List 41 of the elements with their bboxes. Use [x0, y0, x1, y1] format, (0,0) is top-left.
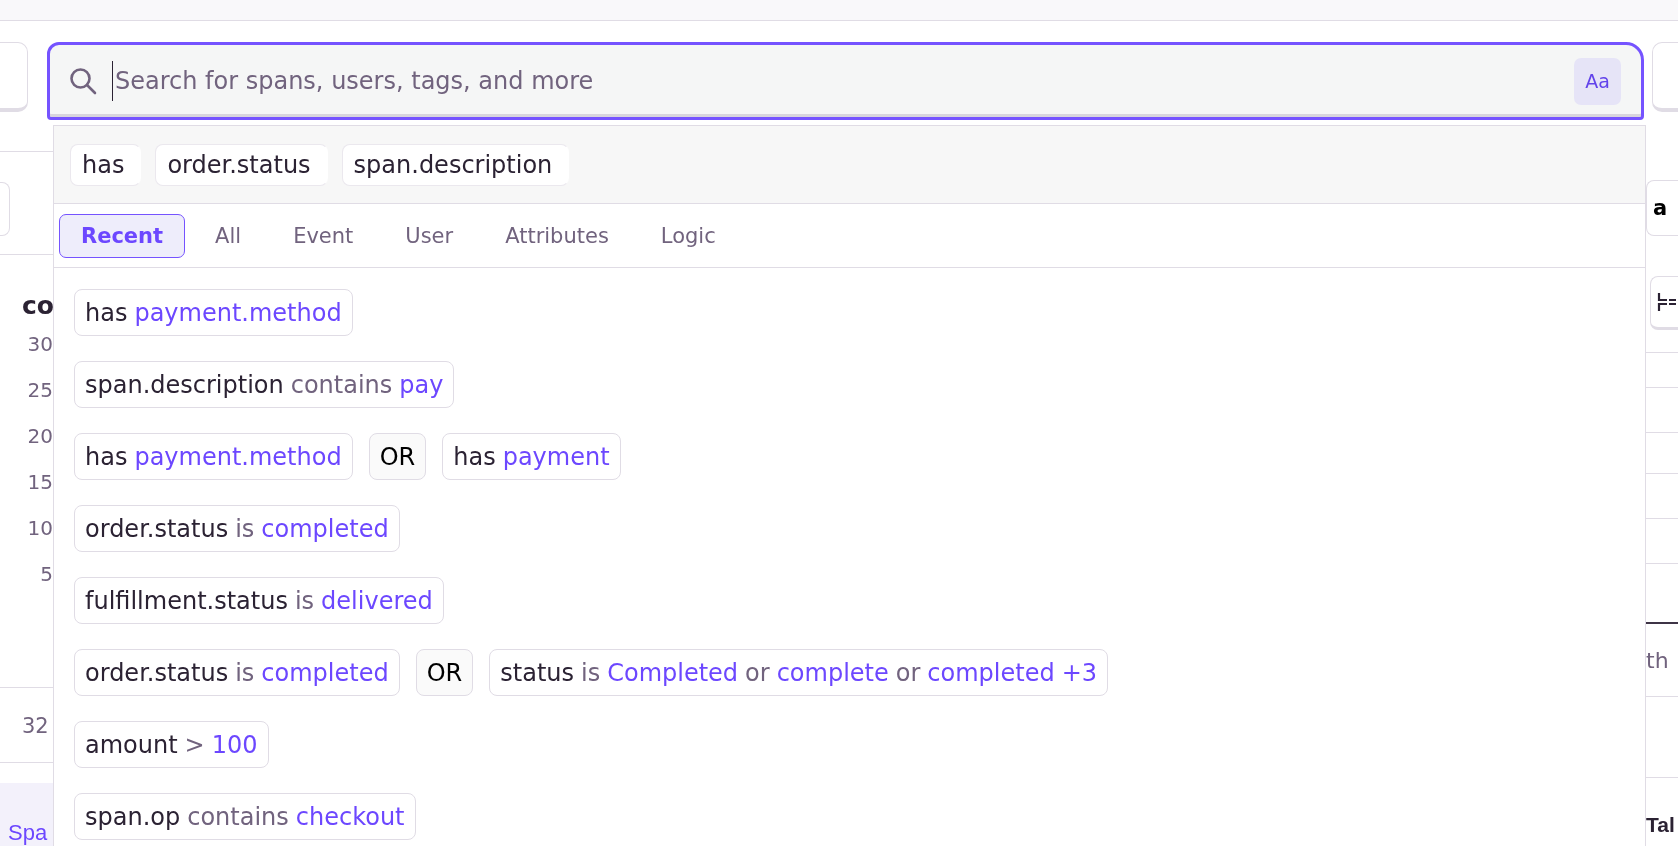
tab[interactable]: Logic	[638, 213, 738, 258]
filter-chip[interactable]: span.description contains pay	[74, 361, 455, 408]
case-toggle[interactable]: Aa	[1574, 57, 1621, 105]
axis-label: 30	[27, 331, 53, 358]
filter-chip[interactable]: has payment.method	[74, 289, 353, 336]
shrink-icon	[1657, 291, 1677, 313]
axis-label: 10	[27, 515, 53, 542]
tab[interactable]: User	[383, 213, 476, 258]
chart-title: co	[22, 291, 54, 321]
search-icon	[68, 66, 98, 96]
toolbar-button[interactable]	[0, 182, 10, 236]
filter-chip[interactable]: fulfillment.status is delivered	[74, 577, 444, 624]
key-chip[interactable]: span.description	[341, 143, 570, 186]
search-field[interactable]: Search for spans, users, tags, and more	[112, 61, 1560, 101]
section-title: Tal	[1646, 812, 1676, 838]
toolbar-button[interactable]: a	[1646, 180, 1678, 236]
filter-chip[interactable]: amount > 100	[74, 721, 269, 768]
axis-label: 20	[27, 423, 53, 450]
filter-chip[interactable]: has payment.method	[74, 433, 353, 480]
axis-label: 15	[27, 469, 53, 496]
filter-chip[interactable]: has payment	[442, 433, 621, 480]
tab[interactable]: All	[193, 213, 264, 258]
tab[interactable]: Attributes	[483, 213, 631, 258]
toolbar-button[interactable]	[1652, 42, 1678, 112]
tab[interactable]: Recent	[59, 213, 186, 258]
table-cell-text: th	[1646, 647, 1670, 675]
count-label: 32	[22, 713, 49, 740]
operator-chip[interactable]: OR	[368, 433, 427, 480]
search-bar[interactable]: Search for spans, users, tags, and more Aa	[47, 42, 1644, 120]
filter-chip[interactable]: order.status is completed	[74, 505, 400, 552]
tab[interactable]: Spa	[0, 783, 53, 846]
icon-button[interactable]	[1650, 276, 1678, 330]
key-chip[interactable]: order.status	[155, 143, 328, 186]
operator-chip[interactable]: OR	[415, 649, 474, 696]
axis-label: 25	[27, 377, 53, 404]
filter-chip[interactable]: order.status is completed	[74, 649, 400, 696]
filter-chip[interactable]: span.op contains checkout	[74, 793, 416, 840]
tab[interactable]: Event	[271, 213, 376, 258]
filter-chip[interactable]: status is Completed or complete or completed +3	[489, 649, 1109, 696]
key-chip[interactable]: has	[70, 143, 142, 186]
axis-label: 5	[40, 561, 53, 588]
